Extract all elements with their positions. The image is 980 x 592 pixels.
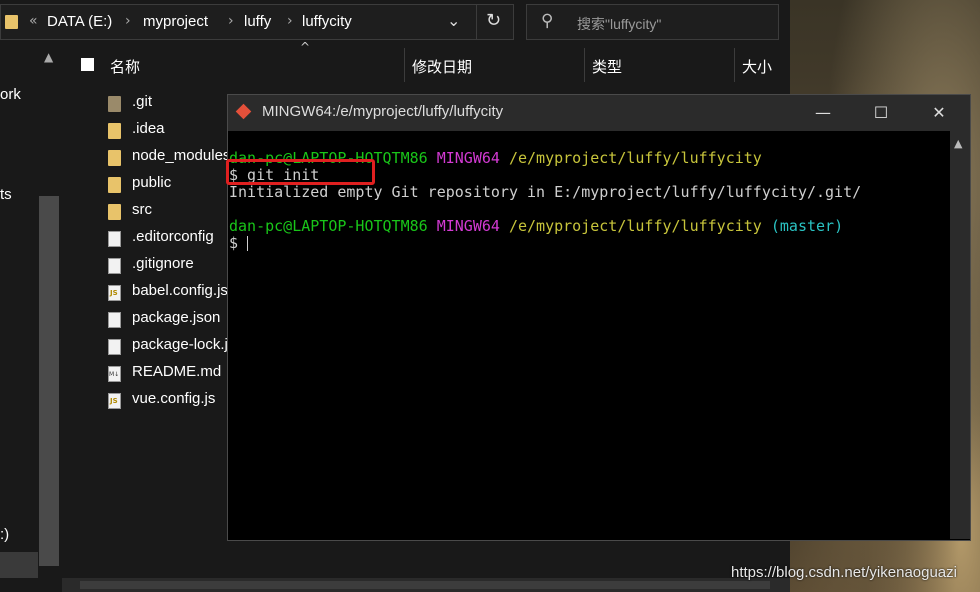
breadcrumb-myproject[interactable]: myproject [143,13,208,30]
column-divider[interactable] [404,48,405,82]
horizontal-scrollbar[interactable] [62,578,790,592]
output-line: Initialized empty Git repository in E:/m… [229,183,862,201]
file-icon [108,231,121,247]
prompt-shell: MINGW64 [436,149,500,167]
folder-icon [108,150,121,166]
sort-up-icon: ^ [300,40,311,54]
file-name: vue.config.js [132,390,216,407]
file-name: public [132,174,172,191]
chevron-down-icon[interactable]: ⌄ [447,11,460,30]
nav-item-selected[interactable] [0,552,38,578]
markdown-file-icon [108,366,121,382]
file-name: README.md [132,363,222,380]
prompt-user-host: dan-pc@LAPTOP-HOTQTM86 [229,217,428,235]
minimize-icon[interactable]: — [800,98,846,128]
nav-item-partial[interactable]: ork [0,86,21,103]
prompt-symbol: $ [229,234,239,252]
folder-icon [5,15,18,29]
js-file-icon [108,393,121,409]
git-logo-icon [235,103,252,120]
navigation-pane: ork ts :) ▲ [0,44,62,592]
file-icon [108,258,121,274]
chevron-right-icon[interactable]: › [228,13,234,29]
close-icon[interactable]: ✕ [916,98,962,128]
prompt-line: dan-pc@LAPTOP-HOTQTM86 MINGW64 /e/myproj… [229,217,843,235]
watermark: https://blog.csdn.net/yikenaoguazi [731,564,957,581]
column-divider[interactable] [584,48,585,82]
nav-scrollbar-thumb[interactable] [39,196,59,566]
breadcrumb-luffycity[interactable]: luffycity [302,13,352,30]
column-header: ^ 名称 修改日期 类型 大小 [62,40,790,82]
terminal-window[interactable]: MINGW64:/e/myproject/luffy/luffycity — ☐… [226,94,971,541]
chevron-right-icon[interactable]: › [125,13,131,29]
file-name: .gitignore [132,255,194,272]
file-name: .editorconfig [132,228,214,245]
column-name[interactable]: 名称 [110,56,140,77]
file-name: .git [132,93,153,110]
file-name: node_modules [132,147,231,164]
chevron-right-icon[interactable]: › [287,13,293,29]
file-name: package.json [132,309,221,326]
terminal-titlebar[interactable]: MINGW64:/e/myproject/luffy/luffycity — ☐… [228,95,970,131]
column-divider[interactable] [734,48,735,82]
scroll-up-icon[interactable]: ▲ [44,50,53,64]
search-icon: ⚲ [541,11,554,31]
folder-icon [108,177,121,193]
js-file-icon [108,285,121,301]
file-icon [108,339,121,355]
terminal-output[interactable]: dan-pc@LAPTOP-HOTQTM86 MINGW64 /e/myproj… [226,131,950,539]
terminal-title: MINGW64:/e/myproject/luffy/luffycity [262,103,504,120]
search-input[interactable]: ⚲ 搜索"luffycity" [526,4,779,40]
folder-icon [108,123,121,139]
file-name: babel.config.js [132,282,228,299]
refresh-icon[interactable]: ↻ [486,10,501,31]
column-size[interactable]: 大小 [742,56,772,77]
file-name: src [132,201,152,218]
terminal-scrollbar[interactable]: ▲ [950,131,970,539]
column-type[interactable]: 类型 [592,56,622,77]
scroll-up-icon[interactable]: ▲ [954,137,962,150]
file-name: .idea [132,120,165,137]
git-branch: (master) [770,217,844,235]
nav-item-partial[interactable]: :) [0,526,9,543]
breadcrumb-luffy[interactable]: luffy [244,13,271,30]
address-divider [476,5,477,39]
overflow-chevron-icon[interactable]: « [29,13,38,29]
horizontal-scrollbar-thumb[interactable] [80,581,770,589]
prompt-path: /e/myproject/luffy/luffycity [508,149,762,167]
input-line[interactable]: $ [229,234,249,252]
address-bar[interactable]: « DATA (E:) › myproject › luffy › luffyc… [0,4,514,40]
command-highlight-box [226,159,375,185]
maximize-icon[interactable]: ☐ [858,98,904,128]
select-all-checkbox[interactable] [81,58,94,71]
breadcrumb-data-drive[interactable]: DATA (E:) [47,13,112,30]
prompt-shell: MINGW64 [436,217,500,235]
column-date[interactable]: 修改日期 [412,56,472,77]
folder-icon [108,96,121,112]
file-icon [108,312,121,328]
search-placeholder: 搜索"luffycity" [577,16,662,32]
nav-item-partial[interactable]: ts [0,186,12,203]
folder-icon [108,204,121,220]
text-cursor [247,236,249,251]
prompt-path: /e/myproject/luffy/luffycity [508,217,762,235]
